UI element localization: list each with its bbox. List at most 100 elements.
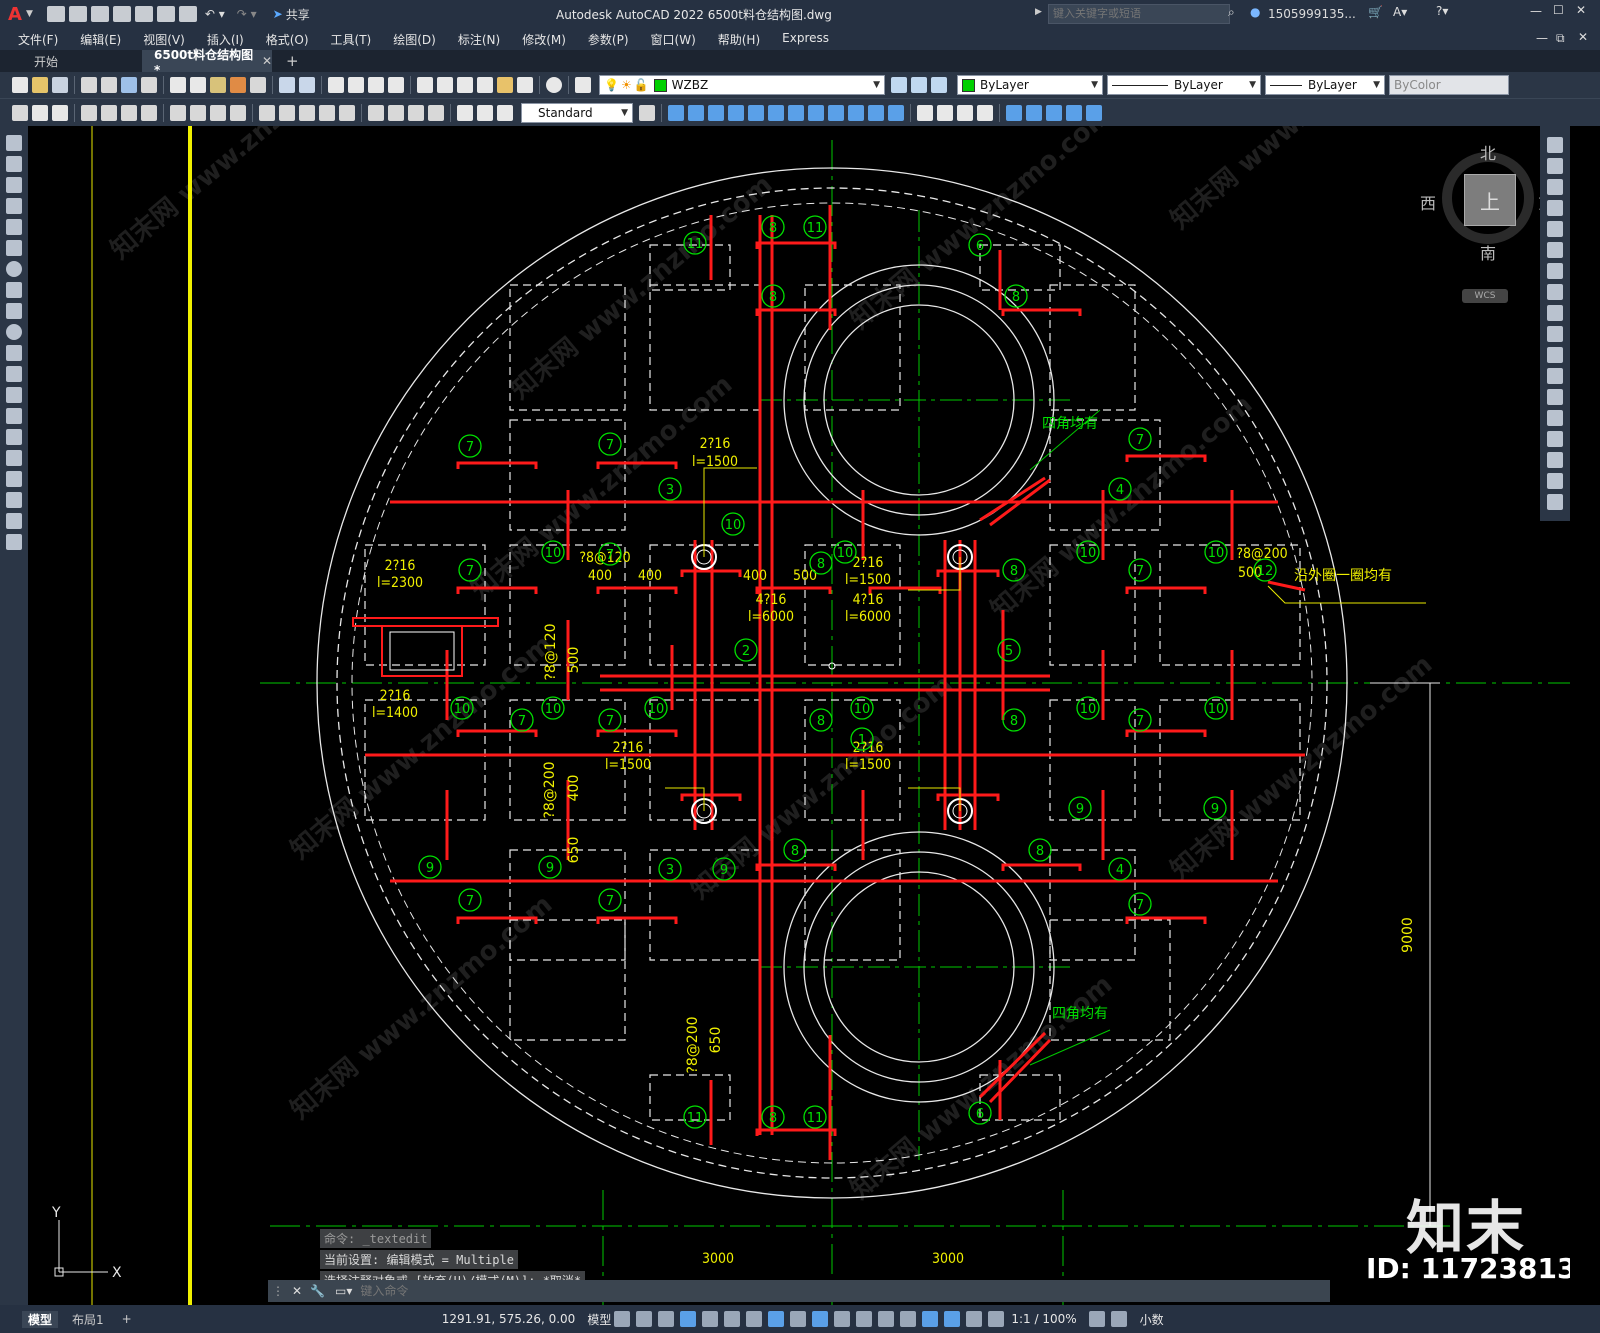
insert-block-icon[interactable]	[6, 366, 22, 382]
cut-icon[interactable]	[170, 77, 186, 93]
save-as-icon[interactable]	[112, 6, 131, 22]
sheet-set-icon[interactable]	[477, 77, 493, 93]
pan-icon[interactable]	[328, 77, 344, 93]
viewcube-west[interactable]: 西	[1420, 190, 1436, 214]
trim-icon[interactable]	[828, 104, 844, 121]
line-icon[interactable]	[6, 135, 22, 151]
copy-icon[interactable]	[190, 77, 206, 93]
app-menu-arrow-icon[interactable]: ▼	[26, 9, 33, 19]
customize-icon[interactable]: 🔧	[310, 1284, 325, 1298]
extend-icon[interactable]	[848, 104, 864, 121]
jogged-linear-icon[interactable]	[428, 104, 444, 121]
ortho-icon[interactable]	[680, 1311, 697, 1327]
dim-linear-icon[interactable]	[81, 104, 97, 121]
command-input[interactable]	[358, 1281, 1330, 1301]
stretch-icon[interactable]	[1547, 305, 1563, 321]
dim-angular-icon[interactable]	[230, 104, 246, 121]
extend-icon[interactable]	[1547, 347, 1563, 363]
dim-continue-icon[interactable]	[299, 104, 315, 121]
transparency-icon[interactable]	[812, 1311, 829, 1327]
block-editor-icon[interactable]	[250, 77, 266, 93]
close-cmd-icon[interactable]: ✕	[292, 1284, 302, 1298]
minimize-icon[interactable]: —	[1530, 4, 1542, 18]
cart-icon[interactable]: 🛒	[1368, 5, 1383, 19]
share-icon[interactable]: ➤	[273, 7, 283, 21]
rotate-icon[interactable]	[1547, 263, 1563, 279]
dim-update-icon[interactable]	[497, 104, 513, 121]
break-icon[interactable]	[1547, 389, 1563, 405]
hatch-icon[interactable]	[6, 429, 22, 445]
menu-item[interactable]: 窗口(W)	[640, 31, 707, 48]
a360-icon[interactable]: A▾	[1393, 5, 1407, 19]
menu-item[interactable]: 标注(N)	[447, 31, 511, 48]
insert-icon[interactable]	[1006, 104, 1022, 121]
share-button[interactable]: 共享	[286, 6, 310, 23]
layer-state-icon[interactable]	[931, 77, 947, 93]
osnap-icon[interactable]	[768, 1311, 785, 1327]
grip-icon[interactable]: ⋮	[272, 1284, 284, 1298]
doc-restore-icon[interactable]: ⧉	[1556, 31, 1565, 46]
break-icon[interactable]	[868, 104, 884, 121]
offset-icon[interactable]	[1547, 200, 1563, 216]
viewcube[interactable]: 上 北 南 西 东	[1420, 140, 1554, 263]
tab-drawing[interactable]: 6500t料仓结构图* ✕	[142, 48, 272, 77]
gizmo-icon[interactable]	[922, 1311, 939, 1327]
tab-start[interactable]: 开始	[0, 50, 118, 72]
dim-edit-icon[interactable]	[457, 104, 473, 121]
save-icon[interactable]	[90, 6, 109, 22]
viewcube-north[interactable]: 北	[1480, 140, 1496, 164]
trim-icon[interactable]	[1547, 326, 1563, 342]
zoom-previous-icon[interactable]	[388, 77, 404, 93]
rectangle-icon[interactable]	[6, 219, 22, 235]
break-at-point-icon[interactable]	[1547, 368, 1563, 384]
dim-aligned-icon[interactable]	[101, 104, 117, 121]
selection-cycling-icon[interactable]	[834, 1311, 851, 1327]
dim-jogged-icon[interactable]	[190, 104, 206, 121]
tab-layout1[interactable]: 布局1	[72, 1311, 104, 1328]
isodraft-icon[interactable]	[724, 1311, 741, 1327]
dimstyle-icon[interactable]	[639, 104, 655, 121]
grid-icon[interactable]	[614, 1311, 631, 1327]
polygon-icon[interactable]	[6, 198, 22, 214]
array-icon[interactable]	[728, 104, 744, 121]
polyline-icon[interactable]	[6, 177, 22, 193]
recent-commands-icon[interactable]: ▭▾	[335, 1284, 352, 1298]
region-icon[interactable]	[6, 471, 22, 487]
infer-icon[interactable]	[658, 1311, 675, 1327]
dim-ordinate-icon[interactable]	[141, 104, 157, 121]
lineweight-dropdown[interactable]: ByLayer ▼	[1265, 75, 1385, 95]
mirror-icon[interactable]	[1547, 179, 1563, 195]
search-input[interactable]	[1048, 4, 1230, 24]
erase-icon[interactable]	[1547, 137, 1563, 153]
dim-space-icon[interactable]	[319, 104, 335, 121]
model-space-button[interactable]: 模型	[587, 1311, 611, 1328]
plot-icon[interactable]	[81, 77, 97, 93]
qnew-icon[interactable]	[12, 77, 28, 93]
scale-icon[interactable]	[1547, 284, 1563, 300]
join-icon[interactable]	[1547, 410, 1563, 426]
autoscale-icon[interactable]	[966, 1311, 983, 1327]
mirror-icon[interactable]	[688, 104, 704, 121]
blend-icon[interactable]	[1547, 473, 1563, 489]
dim-arc-icon[interactable]	[121, 104, 137, 121]
autocad-logo-icon[interactable]: A	[8, 4, 22, 25]
units-value[interactable]: 小数	[1140, 1311, 1164, 1328]
table-icon[interactable]	[6, 492, 22, 508]
snap-icon[interactable]	[636, 1311, 653, 1327]
blend-icon[interactable]	[957, 104, 973, 121]
join-icon[interactable]	[888, 104, 904, 121]
menu-item[interactable]: 参数(P)	[577, 31, 640, 48]
qdim-icon[interactable]	[259, 104, 275, 121]
undo-icon[interactable]	[279, 77, 295, 93]
inspect-icon[interactable]	[408, 104, 424, 121]
plotstyle-dropdown[interactable]: ByColor	[1389, 75, 1509, 95]
search-icon[interactable]: ⌕	[1228, 5, 1235, 20]
drawing-canvas[interactable]: 知末网 www.znzmo.com知末网 www.znzmo.com 知末网 ww…	[28, 126, 1570, 1305]
menu-item[interactable]: Express	[771, 31, 840, 48]
drawing-viewport[interactable]: 知末网 www.znzmo.com 知末网 www.znzmo.com 知末网 ww…	[28, 126, 1570, 1305]
command-input-bar[interactable]: ⋮ ✕ 🔧 ▭▾	[268, 1280, 1330, 1302]
make-current-layer-icon[interactable]	[891, 77, 907, 93]
annotation-visibility-icon[interactable]	[944, 1311, 961, 1327]
chamfer-icon[interactable]	[937, 104, 953, 121]
tool-palettes-icon[interactable]	[457, 77, 473, 93]
